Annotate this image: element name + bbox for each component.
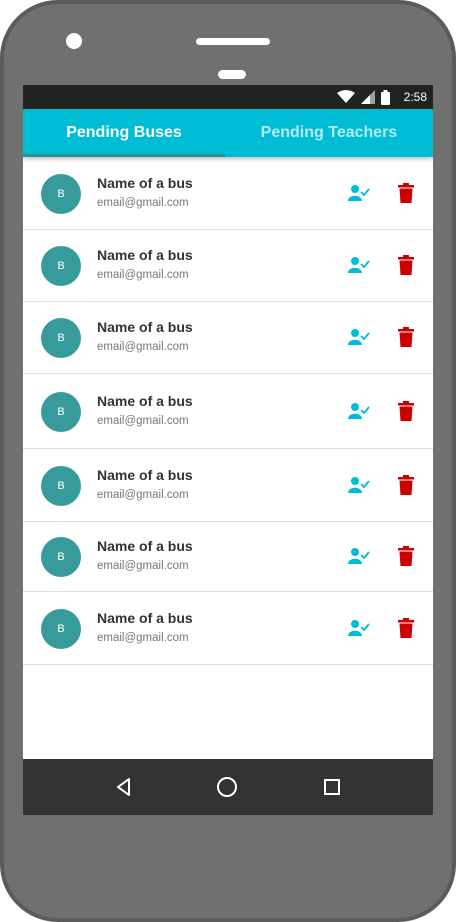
bus-name: Name of a bus <box>97 466 193 483</box>
delete-icon[interactable] <box>397 327 415 347</box>
signal-icon <box>360 90 375 104</box>
avatar: B <box>41 246 81 286</box>
pending-list: B Name of a bus email@gmail.com B Name of a … <box>23 157 433 665</box>
bus-email: email@gmail.com <box>97 414 189 427</box>
avatar: B <box>41 608 81 649</box>
earpiece-speaker <box>196 38 270 45</box>
approve-user-icon[interactable] <box>348 184 370 202</box>
status-bar: 2:58 <box>23 85 433 109</box>
proximity-sensor <box>218 70 246 79</box>
recents-icon[interactable] <box>320 775 344 799</box>
back-icon[interactable] <box>112 775 136 799</box>
delete-icon[interactable] <box>397 255 415 275</box>
bus-email: email@gmail.com <box>97 341 189 353</box>
avatar: B <box>41 465 81 506</box>
delete-icon[interactable] <box>397 474 415 495</box>
avatar: B <box>41 173 81 214</box>
delete-icon[interactable] <box>397 400 415 421</box>
bus-email: email@gmail.com <box>97 488 189 501</box>
delete-icon[interactable] <box>397 546 415 566</box>
delete-icon[interactable] <box>397 617 415 638</box>
bus-name: Name of a bus <box>97 319 193 335</box>
bus-name: Name of a bus <box>97 392 193 409</box>
list-item[interactable]: B Name of a bus email@gmail.com <box>23 157 433 230</box>
bus-email: email@gmail.com <box>97 196 189 209</box>
navigation-bar <box>23 759 433 815</box>
list-item[interactable]: B Name of a bus email@gmail.com <box>23 302 433 374</box>
list-item[interactable]: B Name of a bus email@gmail.com <box>23 230 433 302</box>
tab-bar: Pending Buses Pending Teachers <box>23 109 433 157</box>
bus-email: email@gmail.com <box>97 269 189 281</box>
front-camera <box>66 33 82 49</box>
bus-name: Name of a bus <box>97 174 193 191</box>
bus-name: Name of a bus <box>97 609 193 626</box>
avatar: B <box>41 537 81 577</box>
avatar: B <box>41 318 81 358</box>
approve-user-icon[interactable] <box>348 476 370 494</box>
home-icon[interactable] <box>215 775 239 799</box>
avatar: B <box>41 391 81 432</box>
list-item[interactable]: B Name of a bus email@gmail.com <box>23 449 433 522</box>
list-item[interactable]: B Name of a bus email@gmail.com <box>23 522 433 592</box>
approve-user-icon[interactable] <box>348 256 370 274</box>
bus-email: email@gmail.com <box>97 560 189 572</box>
wifi-icon <box>336 90 355 103</box>
tab-pending-teachers[interactable]: Pending Teachers <box>228 109 430 157</box>
approve-user-icon[interactable] <box>348 619 370 637</box>
screen: 2:58 Pending Buses Pending Teachers B Nam… <box>23 85 433 815</box>
tab-pending-buses[interactable]: Pending Buses <box>23 109 225 157</box>
approve-user-icon[interactable] <box>348 328 370 346</box>
bus-name: Name of a bus <box>97 538 193 554</box>
delete-icon[interactable] <box>397 182 415 203</box>
bus-name: Name of a bus <box>97 247 193 263</box>
battery-icon <box>380 89 390 105</box>
approve-user-icon[interactable] <box>348 547 370 565</box>
bus-email: email@gmail.com <box>97 631 189 644</box>
list-item[interactable]: B Name of a bus email@gmail.com <box>23 592 433 665</box>
approve-user-icon[interactable] <box>348 402 370 420</box>
status-clock: 2:58 <box>403 90 427 104</box>
list-item[interactable]: B Name of a bus email@gmail.com <box>23 374 433 449</box>
